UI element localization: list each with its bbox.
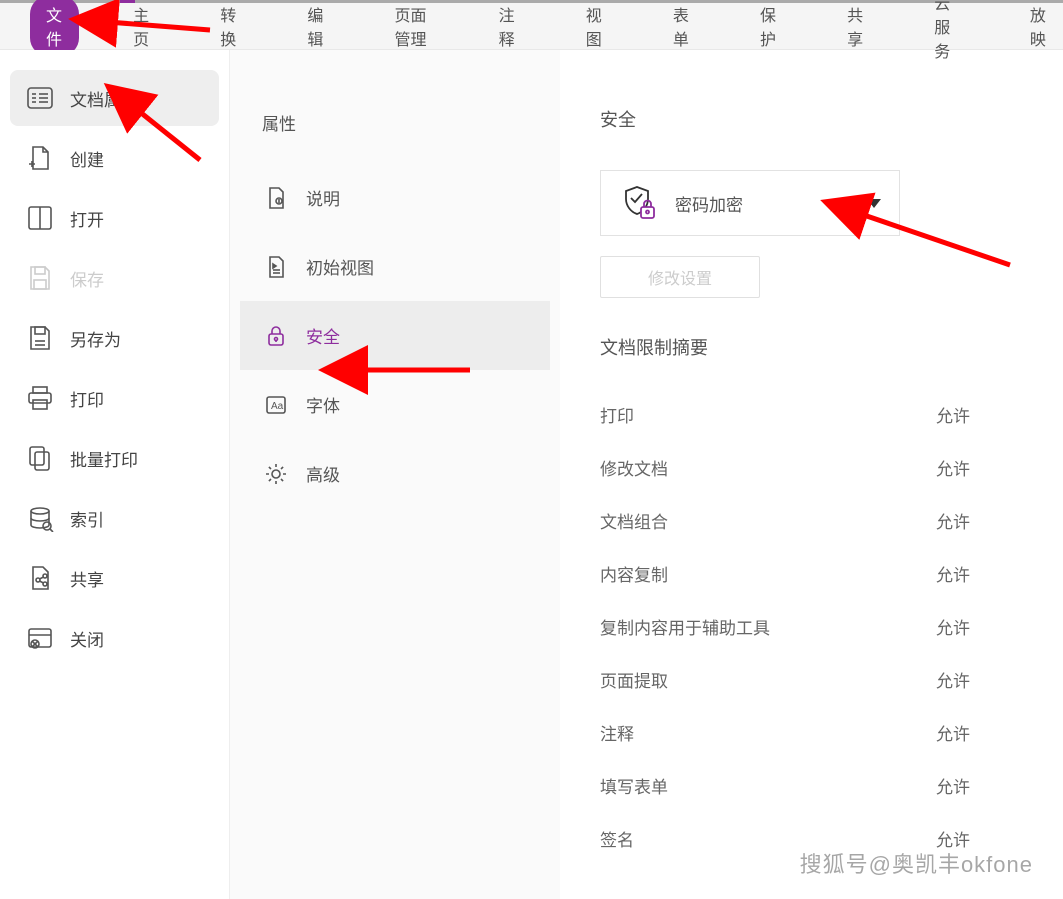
menu-tab-view[interactable]: 视图	[570, 0, 619, 56]
menu-tab-convert[interactable]: 转换	[204, 0, 253, 56]
menu-tab-form[interactable]: 表单	[657, 0, 706, 56]
docprops-icon	[26, 84, 54, 112]
saveas-icon	[26, 324, 54, 352]
menu-tab-file[interactable]: 文件	[30, 0, 79, 56]
restrictions-table: 打印允许 修改文档允许 文档组合允许 内容复制允许 复制内容用于辅助工具允许 页…	[600, 388, 970, 865]
sidebar-item-label: 另存为	[70, 326, 121, 351]
description-icon	[264, 186, 288, 210]
fonts-icon: Aa	[264, 393, 288, 417]
security-title: 安全	[600, 106, 1023, 132]
sidebar-item-create[interactable]: 创建	[10, 130, 219, 186]
sidebar-item-label: 批量打印	[70, 446, 138, 471]
prop-item-advanced[interactable]: 高级	[240, 439, 550, 508]
share-icon	[26, 564, 54, 592]
sidebar-item-batchprint[interactable]: 批量打印	[10, 430, 219, 486]
restrict-name: 注释	[600, 720, 634, 745]
restrict-name: 页面提取	[600, 667, 668, 692]
sidebar-item-label: 创建	[70, 146, 104, 171]
gear-icon	[264, 462, 288, 486]
close-icon	[26, 624, 54, 652]
restrict-name: 复制内容用于辅助工具	[600, 614, 770, 639]
sidebar-item-save: 保存	[10, 250, 219, 306]
lock-icon	[264, 324, 288, 348]
restrict-value: 允许	[936, 402, 970, 427]
restrict-value: 允许	[936, 508, 970, 533]
restrict-row: 内容复制 允许	[600, 547, 970, 600]
prop-item-security[interactable]: 安全	[240, 301, 550, 370]
restrict-row: 页面提取 允许	[600, 653, 970, 706]
properties-title: 属性	[240, 110, 550, 163]
encryption-label: 密码加密	[675, 191, 851, 216]
sidebar-item-label: 共享	[70, 566, 104, 591]
create-icon	[26, 144, 54, 172]
sidebar-item-index[interactable]: 索引	[10, 490, 219, 546]
main-area: 文档属性 创建 打开 保存 另存为 打印 批量打印 索引	[0, 50, 1063, 899]
sidebar-item-label: 索引	[70, 506, 104, 531]
sidebar-item-open[interactable]: 打开	[10, 190, 219, 246]
index-icon	[26, 504, 54, 532]
restrict-name: 签名	[600, 826, 634, 851]
restrict-name: 文档组合	[600, 508, 668, 533]
prop-item-fonts[interactable]: Aa 字体	[240, 370, 550, 439]
sidebar-left: 文档属性 创建 打开 保存 另存为 打印 批量打印 索引	[0, 50, 230, 899]
prop-item-initialview[interactable]: 初始视图	[240, 232, 550, 301]
print-icon	[26, 384, 54, 412]
shield-lock-icon	[619, 183, 659, 223]
sidebar-item-share[interactable]: 共享	[10, 550, 219, 606]
restrict-name: 修改文档	[600, 455, 668, 480]
sidebar-item-label: 保存	[70, 266, 104, 291]
restrict-value: 允许	[936, 455, 970, 480]
sidebar-item-label: 打开	[70, 206, 104, 231]
open-icon	[26, 204, 54, 232]
restrictions-title: 文档限制摘要	[600, 334, 1023, 360]
svg-text:Aa: Aa	[271, 401, 284, 412]
restrict-name: 内容复制	[600, 561, 668, 586]
restrict-value: 允许	[936, 720, 970, 745]
sidebar-item-label: 文档属性	[70, 86, 138, 111]
sidebar-item-docprops[interactable]: 文档属性	[10, 70, 219, 126]
restrict-name: 填写表单	[600, 773, 668, 798]
properties-panel: 属性 说明 初始视图 安全 Aa 字体 高级	[230, 50, 560, 899]
restrict-row: 修改文档 允许	[600, 441, 970, 494]
prop-item-label: 字体	[306, 392, 340, 417]
restrict-row: 文档组合 允许	[600, 494, 970, 547]
restrict-row: 注释 允许	[600, 706, 970, 759]
sidebar-item-print[interactable]: 打印	[10, 370, 219, 426]
prop-item-label: 高级	[306, 461, 340, 486]
restrict-value: 允许	[936, 561, 970, 586]
menubar: 文件 主页 转换 编辑 页面管理 注释 视图 表单 保护 共享 云服务 放映	[0, 3, 1063, 50]
sidebar-item-saveas[interactable]: 另存为	[10, 310, 219, 366]
prop-item-label: 说明	[306, 185, 340, 210]
menu-tab-present[interactable]: 放映	[1014, 0, 1063, 56]
menu-tab-annotate[interactable]: 注释	[483, 0, 532, 56]
prop-item-label: 初始视图	[306, 254, 374, 279]
prop-item-label: 安全	[306, 323, 340, 348]
restrict-row: 打印 允许	[600, 388, 970, 441]
menu-tab-pagemgr[interactable]: 页面管理	[378, 0, 444, 56]
menu-tab-edit[interactable]: 编辑	[291, 0, 340, 56]
restrict-value: 允许	[936, 773, 970, 798]
modify-settings-button[interactable]: 修改设置	[600, 256, 760, 298]
watermark: 搜狐号@奥凯丰okfone	[800, 847, 1033, 879]
menu-tab-share[interactable]: 共享	[831, 0, 880, 56]
restrict-value: 允许	[936, 667, 970, 692]
menu-tab-home[interactable]: 主页	[117, 0, 166, 56]
restrict-row: 复制内容用于辅助工具 允许	[600, 600, 970, 653]
restrict-name: 打印	[600, 402, 634, 427]
prop-item-description[interactable]: 说明	[240, 163, 550, 232]
restrict-value: 允许	[936, 614, 970, 639]
chevron-down-icon	[867, 199, 881, 208]
security-content: 安全 密码加密 修改设置 文档限制摘要 打印允许 修改文档允许 文档组合允许 内…	[560, 50, 1063, 899]
restrict-row: 填写表单 允许	[600, 759, 970, 812]
initialview-icon	[264, 255, 288, 279]
sidebar-item-label: 打印	[70, 386, 104, 411]
batchprint-icon	[26, 444, 54, 472]
menu-tab-protect[interactable]: 保护	[744, 0, 793, 56]
sidebar-item-close[interactable]: 关闭	[10, 610, 219, 666]
save-icon	[26, 264, 54, 292]
sidebar-item-label: 关闭	[70, 626, 104, 651]
encryption-dropdown[interactable]: 密码加密	[600, 170, 900, 236]
